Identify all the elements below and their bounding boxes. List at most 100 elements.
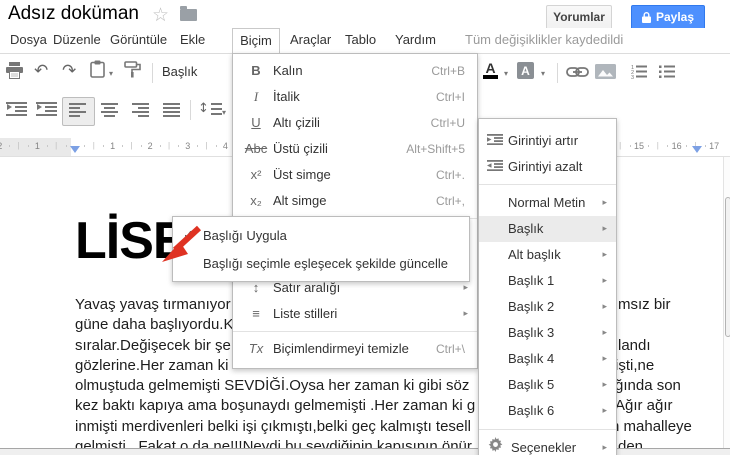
- menu-item-bicimlendirmeyi-temizle[interactable]: Tx Biçimlendirmeyi temizle Ctrl+\: [233, 336, 477, 362]
- insert-image-button[interactable]: [595, 64, 616, 79]
- submenu-item-baslik-4[interactable]: Başlık 4 ▸: [479, 346, 616, 372]
- submenu-arrow-icon: ▸: [602, 302, 607, 312]
- submenu-item-baslik-3[interactable]: Başlık 3 ▸: [479, 320, 616, 346]
- submenu-item-normal-metin[interactable]: Normal Metin ▸: [479, 190, 616, 216]
- paste-button[interactable]: [90, 60, 105, 78]
- paint-format-button[interactable]: [124, 61, 142, 78]
- ruler-dot: [159, 145, 161, 147]
- superscript-icon: x²: [250, 167, 262, 182]
- ruler-dot: [140, 145, 142, 147]
- paste-dropdown-caret[interactable]: ▾: [109, 69, 113, 78]
- ruler-dot: [103, 145, 105, 147]
- decrease-indent-icon: [6, 102, 27, 116]
- menu-bicim-open[interactable]: Biçim: [232, 28, 280, 55]
- highlight-icon: A: [517, 62, 534, 79]
- bulleted-list-button[interactable]: [658, 64, 676, 79]
- numbered-list-button[interactable]: 123: [630, 64, 648, 79]
- increase-indent-button[interactable]: [36, 102, 57, 116]
- submenu-item-baslik-1[interactable]: Başlık 1 ▸: [479, 268, 616, 294]
- highlight-color-button[interactable]: A: [517, 62, 534, 79]
- clipboard-icon: [90, 60, 105, 78]
- red-annotation-arrow: [158, 220, 206, 271]
- submenu-item-baslik-6[interactable]: Başlık 6 ▸: [479, 398, 616, 424]
- decrease-indent-button[interactable]: [6, 102, 27, 116]
- styles-dropdown[interactable]: Başlık: [162, 64, 197, 79]
- menu-item-ustu-cizili[interactable]: Abc Üstü çizili Alt+Shift+5: [233, 136, 477, 162]
- text-line: inmişti merdivenleri belki işi çıkmıştı,…: [75, 417, 692, 435]
- line-spacing-button[interactable]: ↕: [198, 101, 222, 116]
- heading-apply-submenu: ✓ Başlığı Uygula Başlığı seçimle eşleşec…: [172, 216, 470, 282]
- right-indent-marker[interactable]: [692, 146, 702, 153]
- share-button[interactable]: Paylaş: [631, 5, 705, 30]
- submenu-item-baslik-5[interactable]: Başlık 5 ▸: [479, 372, 616, 398]
- menu-ekle[interactable]: Ekle: [180, 28, 205, 52]
- left-indent-marker[interactable]: [70, 146, 80, 153]
- ruler-number: 2: [0, 141, 2, 151]
- align-center-button[interactable]: [101, 103, 118, 117]
- submenu-arrow-icon: ▸: [602, 198, 607, 208]
- highlight-caret[interactable]: ▾: [541, 69, 545, 78]
- menu-tablo[interactable]: Tablo: [345, 28, 376, 52]
- menu-separator: [479, 184, 616, 185]
- menu-item-basligi-uygula[interactable]: ✓ Başlığı Uygula: [173, 222, 469, 250]
- ruler-number: 1: [110, 141, 116, 151]
- ruler-tick: |: [205, 141, 208, 150]
- submenu-item-baslik[interactable]: Başlık ▸: [479, 216, 616, 242]
- ruler-tick: |: [167, 141, 171, 150]
- ruler-number: 15: [633, 141, 645, 151]
- menu-separator: [479, 429, 616, 430]
- align-center-icon: [101, 103, 118, 117]
- menu-dosya[interactable]: Dosya: [10, 28, 47, 52]
- text-color-button[interactable]: A: [483, 61, 498, 79]
- star-icon[interactable]: ☆: [152, 4, 169, 26]
- menu-araclar[interactable]: Araçlar: [290, 28, 331, 52]
- menu-item-italik[interactable]: I İtalik Ctrl+I: [233, 84, 477, 110]
- submenu-item-girintiyi-azalt[interactable]: Girintiyi azalt: [479, 154, 616, 180]
- menu-item-alti-cizili[interactable]: U Altı çizili Ctrl+U: [233, 110, 477, 136]
- ruler-tick: |: [656, 141, 659, 150]
- ruler-dot: [686, 145, 687, 147]
- ruler-dot: [9, 145, 11, 147]
- insert-link-button[interactable]: [566, 66, 589, 78]
- bold-icon: B: [251, 63, 261, 78]
- menu-separator: [233, 331, 477, 332]
- menu-item-basligi-guncelle[interactable]: Başlığı seçimle eşleşecek şekilde güncel…: [173, 250, 469, 278]
- menu-item-liste-stilleri[interactable]: ≡ Liste stilleri ▸: [233, 301, 477, 327]
- ruler-dot: [216, 145, 217, 147]
- align-right-button[interactable]: [132, 103, 149, 117]
- ruler-dot: [28, 145, 29, 147]
- submenu-item-baslik-2[interactable]: Başlık 2 ▸: [479, 294, 616, 320]
- folder-icon[interactable]: [180, 6, 197, 21]
- numbered-list-icon: 123: [631, 65, 647, 79]
- comments-button[interactable]: Yorumlar: [546, 5, 612, 30]
- print-button[interactable]: [5, 62, 24, 80]
- redo-button[interactable]: ↷: [62, 61, 76, 81]
- styles-value: Başlık: [162, 64, 198, 79]
- submenu-item-girintiyi-artir[interactable]: Girintiyi artır: [479, 128, 616, 154]
- undo-button[interactable]: ↶: [34, 61, 48, 81]
- submenu-item-secenekler[interactable]: Seçenekler ▸: [479, 435, 616, 455]
- horizontal-scrollbar[interactable]: [0, 448, 730, 455]
- vertical-scrollbar[interactable]: [723, 157, 730, 448]
- text-color-caret[interactable]: ▾: [504, 69, 508, 78]
- scrollbar-thumb[interactable]: [725, 197, 730, 337]
- document-title[interactable]: Adsız doküman: [8, 3, 139, 25]
- align-left-button[interactable]: [69, 103, 86, 117]
- menu-item-alt-simge[interactable]: x₂ Alt simge Ctrl+,: [233, 188, 477, 214]
- menu-item-ust-simge[interactable]: x² Üst simge Ctrl+.: [233, 162, 477, 188]
- toolbar-separator: [190, 100, 191, 120]
- menu-duzenle[interactable]: Düzenle: [53, 28, 101, 52]
- menu-item-kalin[interactable]: B Kalın Ctrl+B: [233, 58, 477, 84]
- toolbar-separator: [557, 63, 558, 83]
- menu-yardim[interactable]: Yardım: [395, 28, 436, 52]
- menu-goruntule[interactable]: Görüntüle: [110, 28, 167, 52]
- submenu-item-alt-baslik[interactable]: Alt başlık ▸: [479, 242, 616, 268]
- gear-icon: [484, 435, 506, 455]
- ruler-number: 3: [185, 141, 191, 151]
- paragraph-styles-submenu: Girintiyi artır Girintiyi azalt Normal M…: [478, 118, 617, 455]
- line-spacing-caret[interactable]: ▾: [222, 108, 226, 117]
- redo-icon: ↷: [62, 61, 77, 81]
- justify-button[interactable]: [163, 103, 180, 117]
- underline-icon: U: [251, 115, 261, 130]
- ruler-dot: [648, 145, 650, 147]
